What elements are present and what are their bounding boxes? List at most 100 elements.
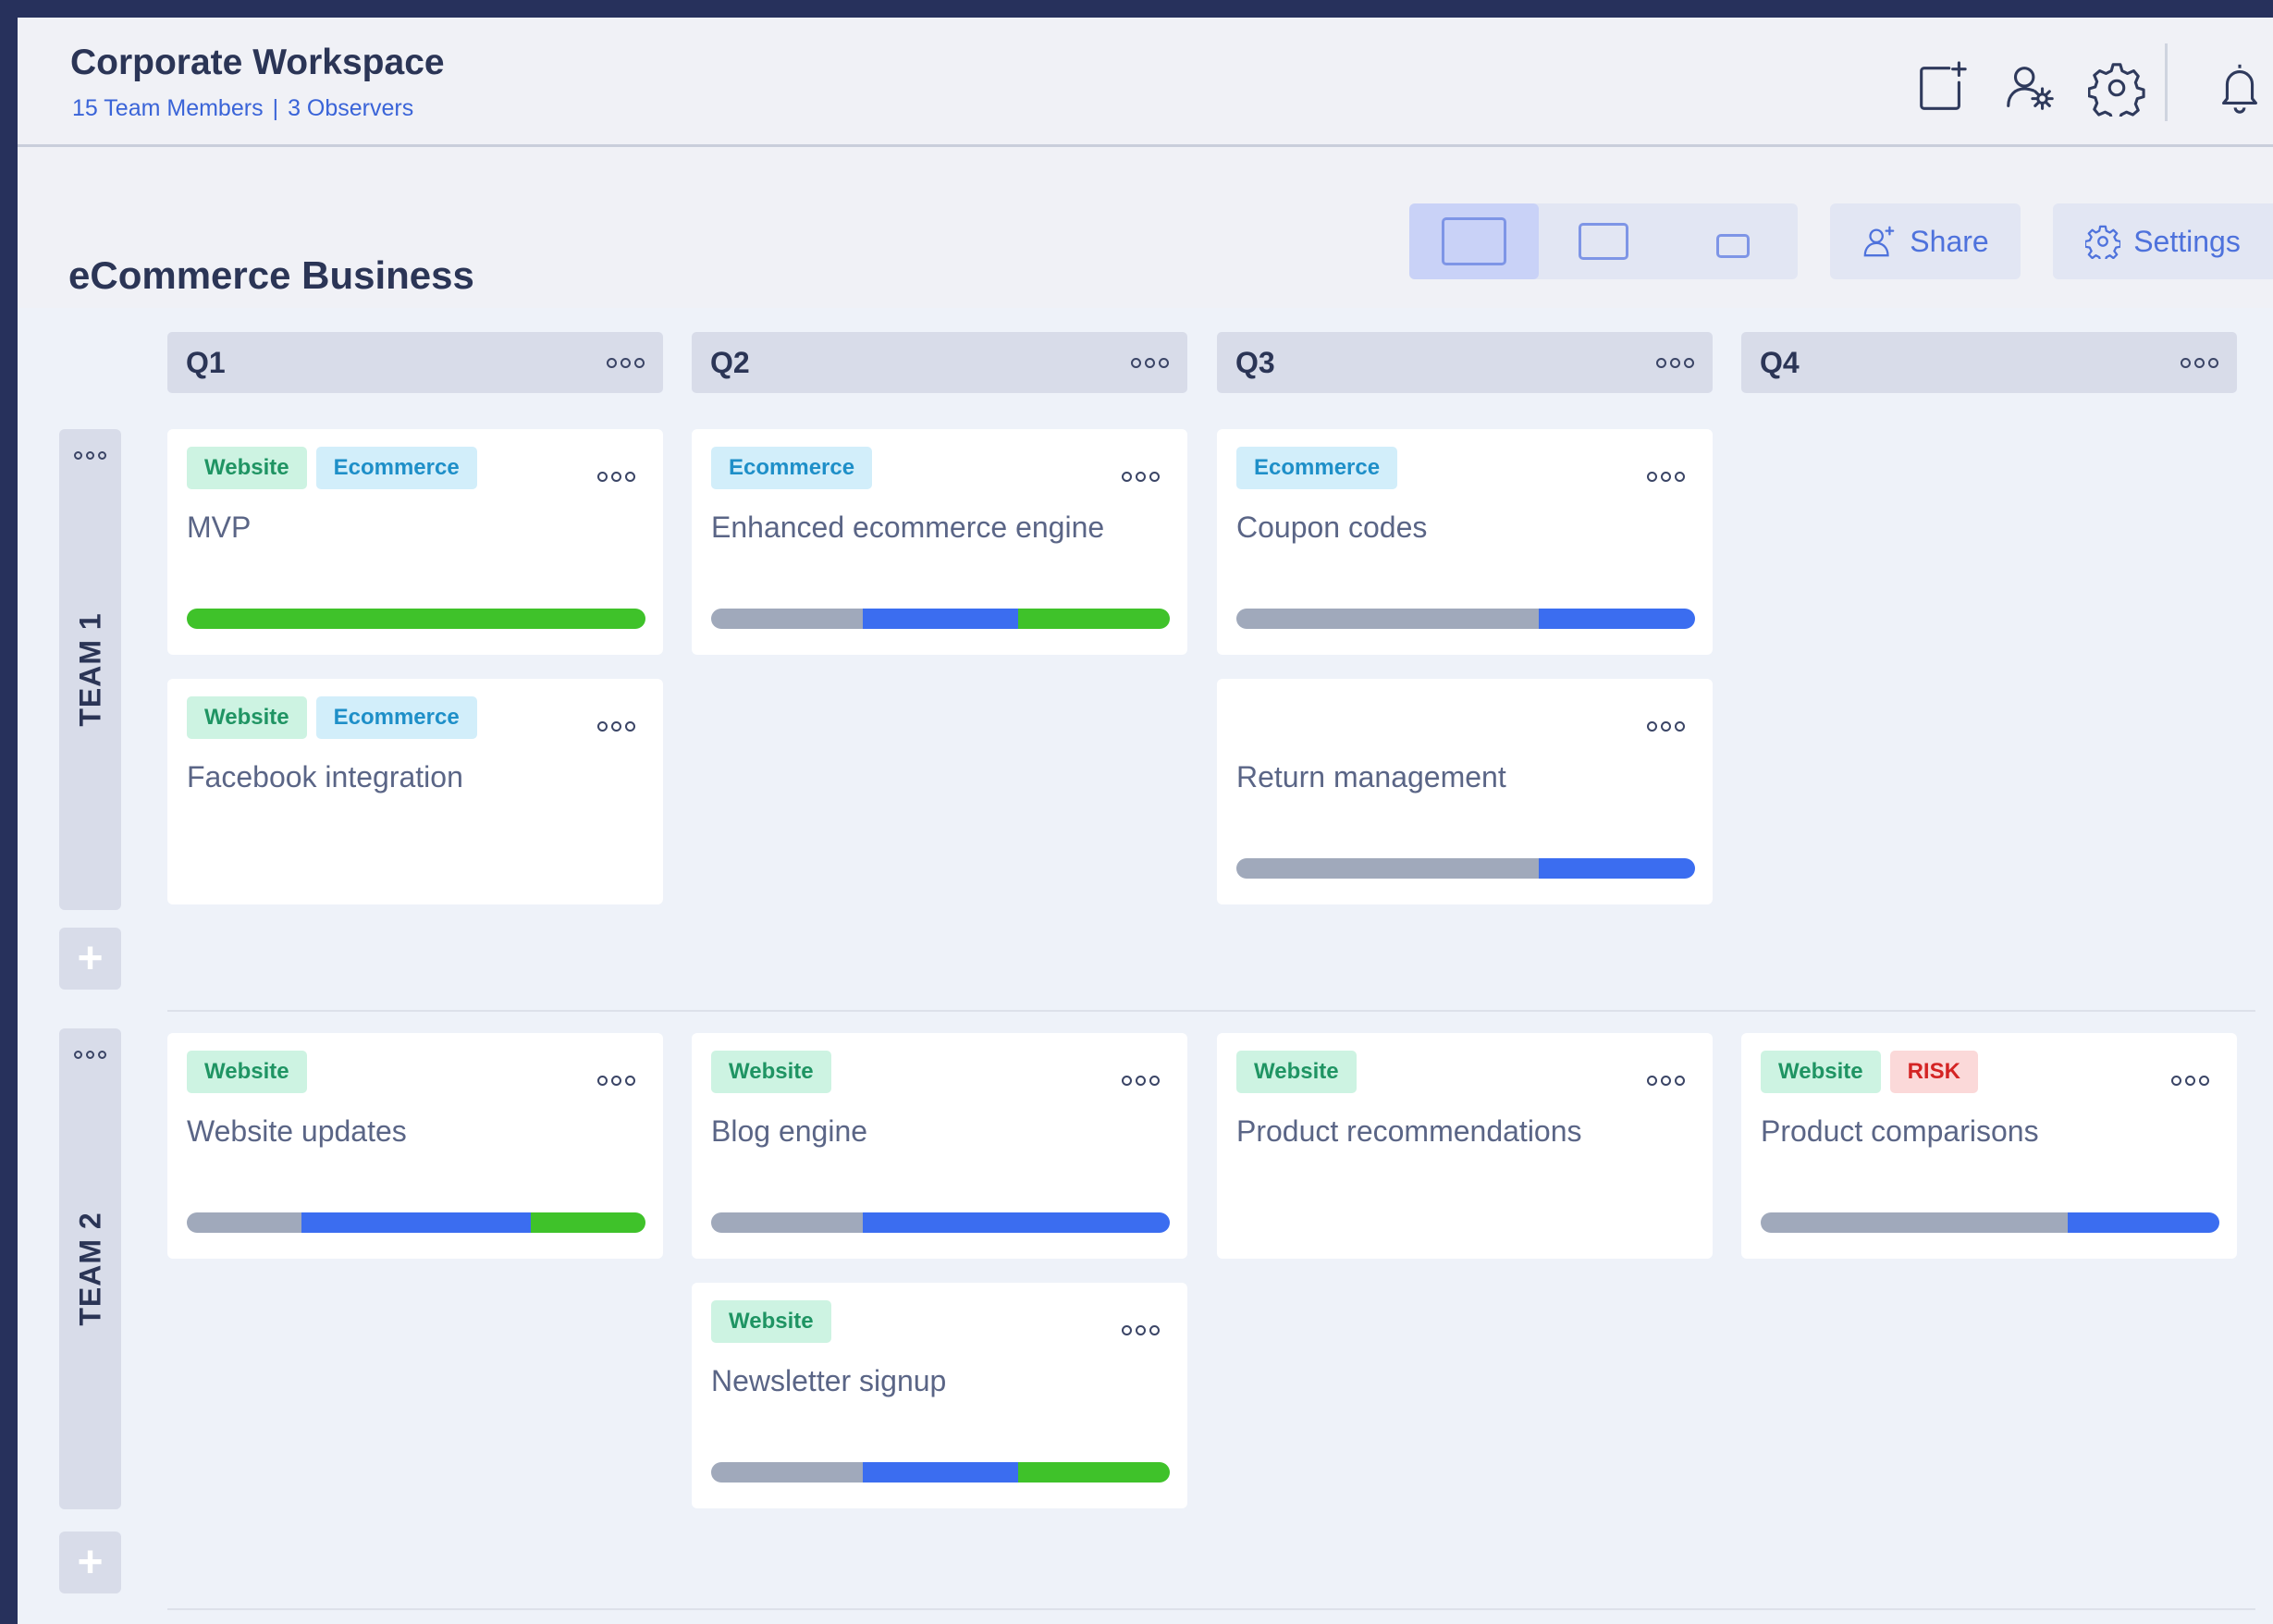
progress-segment-grey	[1761, 1212, 2069, 1233]
progress-segment-grey	[1236, 609, 1540, 629]
progress-segment-blue	[862, 609, 1019, 629]
lane-menu-icon[interactable]	[74, 451, 106, 460]
progress-segment-blue	[301, 1212, 531, 1233]
task-card[interactable]: Website RISK Product comparisons	[1741, 1033, 2237, 1259]
card-tags: Ecommerce	[1236, 447, 1398, 489]
progress-bar	[711, 1212, 1170, 1233]
add-board-icon[interactable]	[1909, 55, 1975, 121]
card-menu-icon[interactable]	[1647, 472, 1685, 482]
card-tags: Ecommerce	[711, 447, 873, 489]
column-header-q3[interactable]: Q3	[1217, 332, 1713, 393]
card-title: Blog engine	[711, 1114, 868, 1148]
share-label: Share	[1910, 224, 1989, 258]
view-medium-button[interactable]	[1539, 203, 1668, 279]
board-title: eCommerce Business	[68, 253, 474, 297]
card-menu-icon[interactable]	[597, 472, 635, 482]
task-card[interactable]: Return management	[1217, 679, 1713, 904]
card-menu-icon[interactable]	[1122, 472, 1160, 482]
card-title: MVP	[187, 511, 252, 544]
card-menu-icon[interactable]	[597, 721, 635, 732]
team-lane-1[interactable]: TEAM 1	[59, 429, 121, 910]
tag-website[interactable]: Website	[711, 1051, 831, 1093]
column-menu-icon[interactable]	[1131, 357, 1169, 368]
card-menu-icon[interactable]	[2171, 1076, 2209, 1086]
tag-ecommerce[interactable]: Ecommerce	[315, 447, 477, 489]
column-menu-icon[interactable]	[2181, 357, 2218, 368]
tag-website[interactable]: Website	[187, 696, 307, 739]
settings-gear-icon	[2085, 225, 2121, 259]
progress-segment-blue	[2068, 1212, 2219, 1233]
card-menu-icon[interactable]	[1122, 1325, 1160, 1335]
tag-website[interactable]: Website	[187, 1051, 307, 1093]
tag-website[interactable]: Website	[711, 1300, 831, 1343]
add-card-team-2-button[interactable]: +	[59, 1532, 121, 1593]
bell-icon[interactable]	[2206, 55, 2273, 121]
card-menu-icon[interactable]	[1647, 1076, 1685, 1086]
column-header-q4[interactable]: Q4	[1741, 332, 2237, 393]
lane-menu-icon[interactable]	[74, 1051, 106, 1059]
card-size-switcher	[1409, 203, 1798, 279]
toolbar-divider	[2165, 43, 2168, 121]
task-card[interactable]: Website Newsletter signup	[692, 1283, 1187, 1508]
user-settings-icon[interactable]	[1997, 55, 2063, 121]
task-card[interactable]: Website Product recommendations	[1217, 1033, 1713, 1259]
card-title: Coupon codes	[1236, 511, 1428, 544]
progress-segment-blue	[862, 1212, 1170, 1233]
task-card[interactable]: Website Blog engine	[692, 1033, 1187, 1259]
card-tags: Website	[711, 1051, 831, 1093]
column-menu-icon[interactable]	[1656, 357, 1694, 368]
tag-risk[interactable]: RISK	[1889, 1051, 1978, 1093]
tag-ecommerce[interactable]: Ecommerce	[315, 696, 477, 739]
tag-ecommerce[interactable]: Ecommerce	[711, 447, 873, 489]
progress-segment-grey	[1236, 858, 1540, 879]
add-card-team-1-button[interactable]: +	[59, 928, 121, 990]
card-title: Product comparisons	[1761, 1114, 2039, 1148]
column-menu-icon[interactable]	[607, 357, 645, 368]
card-title: Return management	[1236, 760, 1506, 794]
progress-bar	[711, 1462, 1170, 1483]
tag-website[interactable]: Website	[1761, 1051, 1881, 1093]
column-header-q2[interactable]: Q2	[692, 332, 1187, 393]
progress-segment-grey	[711, 1212, 863, 1233]
column-header-q1[interactable]: Q1	[167, 332, 663, 393]
task-card[interactable]: Website Website updates	[167, 1033, 663, 1259]
team-label: TEAM 1	[73, 612, 106, 727]
team-lane-2[interactable]: TEAM 2	[59, 1028, 121, 1509]
card-tags: Website	[1236, 1051, 1357, 1093]
card-title: Product recommendations	[1236, 1114, 1582, 1148]
tag-website[interactable]: Website	[1236, 1051, 1357, 1093]
subtitle-separator: |	[272, 95, 279, 121]
progress-bar	[711, 609, 1170, 629]
progress-bar	[1236, 858, 1695, 879]
team-members-link[interactable]: 15 Team Members	[72, 95, 264, 122]
card-tags: Website RISK	[1761, 1051, 1978, 1093]
tag-website[interactable]: Website	[187, 447, 307, 489]
lane-divider	[167, 1010, 2255, 1012]
tag-ecommerce[interactable]: Ecommerce	[1236, 447, 1398, 489]
task-card[interactable]: Ecommerce Enhanced ecommerce engine	[692, 429, 1187, 655]
column-title: Q1	[186, 345, 226, 379]
settings-button[interactable]: Settings	[2053, 203, 2273, 279]
progress-segment-grey	[711, 1462, 863, 1483]
progress-segment-green	[1018, 1462, 1170, 1483]
share-button[interactable]: Share	[1830, 203, 2021, 279]
progress-segment-green	[531, 1212, 645, 1233]
app-window: Corporate Workspace 15 Team Members | 3 …	[18, 18, 2273, 1624]
task-card[interactable]: Website Ecommerce Facebook integration	[167, 679, 663, 904]
card-title: Website updates	[187, 1114, 407, 1148]
view-large-button[interactable]	[1409, 203, 1539, 279]
column-title: Q3	[1235, 345, 1275, 379]
view-small-button[interactable]	[1668, 203, 1798, 279]
task-card[interactable]: Website Ecommerce MVP	[167, 429, 663, 655]
card-menu-icon[interactable]	[597, 1076, 635, 1086]
gear-icon[interactable]	[2083, 55, 2150, 121]
task-card[interactable]: Ecommerce Coupon codes	[1217, 429, 1713, 655]
progress-segment-grey	[711, 609, 863, 629]
card-tags: Website Ecommerce	[187, 696, 477, 739]
settings-label: Settings	[2133, 224, 2241, 258]
card-tags: Website Ecommerce	[187, 447, 477, 489]
card-menu-icon[interactable]	[1647, 721, 1685, 732]
observers-link[interactable]: 3 Observers	[288, 95, 413, 122]
workspace-title: Corporate Workspace	[70, 43, 445, 82]
card-menu-icon[interactable]	[1122, 1076, 1160, 1086]
